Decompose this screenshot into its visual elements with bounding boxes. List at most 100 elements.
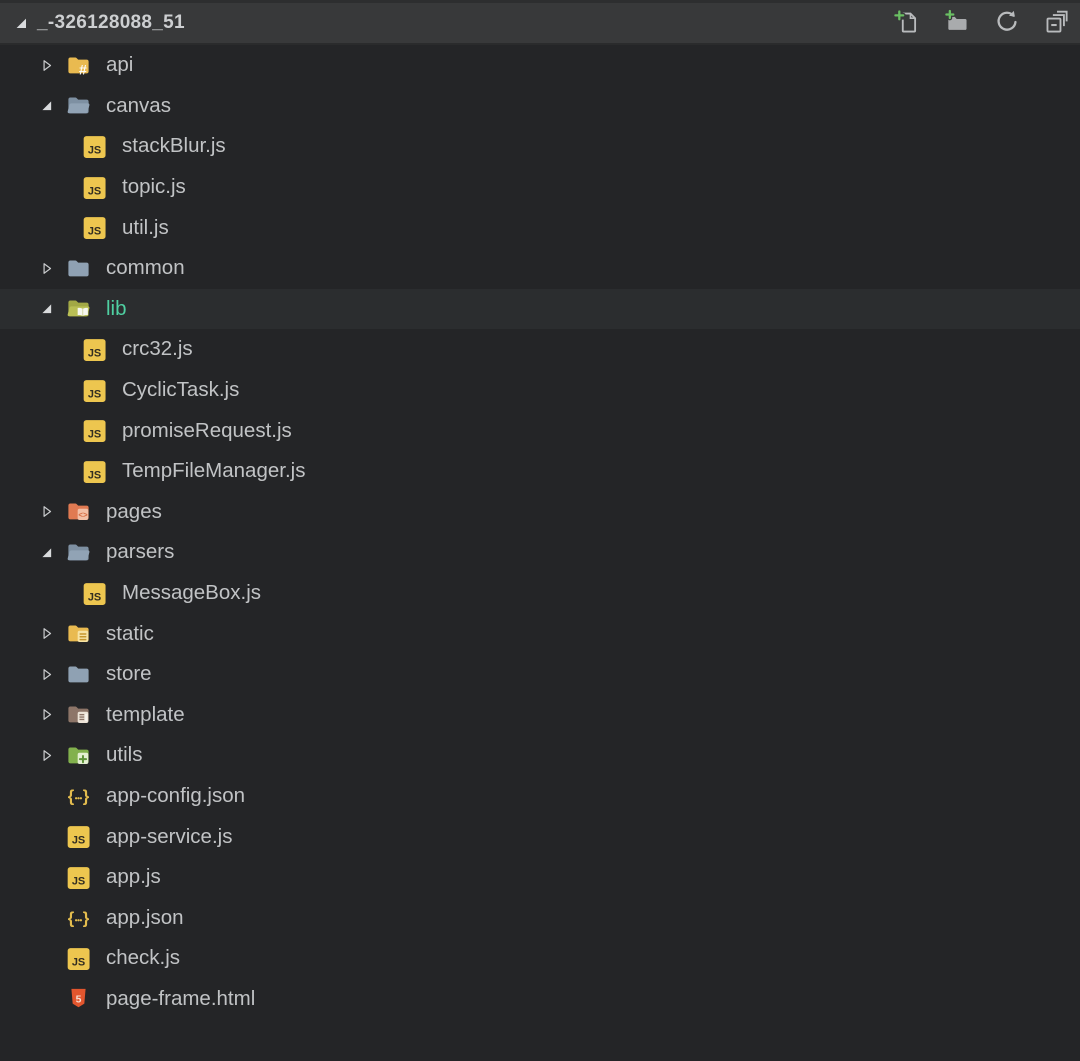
panel-header[interactable]: _-326128088_51 — [0, 0, 1080, 45]
twisty-spacer — [54, 179, 70, 195]
twisty-spacer — [38, 910, 54, 926]
expand-arrow-icon[interactable] — [38, 626, 54, 642]
tree-item-app-js[interactable]: JSapp.js — [0, 857, 1080, 898]
twisty-spacer — [38, 991, 54, 1007]
tree-item-label: utils — [106, 743, 142, 767]
pages-folder-icon: <> — [66, 499, 91, 524]
tree-item-label: util.js — [122, 216, 169, 240]
tree-item-cyclictask-js[interactable]: JS CyclicTask.js — [0, 370, 1080, 411]
panel-toolbar — [894, 10, 1070, 36]
tree-item-pages[interactable]: <> pages — [0, 492, 1080, 533]
folder-icon — [66, 662, 91, 687]
tree-item-messagebox-js[interactable]: JSMessageBox.js — [0, 573, 1080, 614]
expand-arrow-icon[interactable] — [38, 57, 54, 73]
tree-item-label: common — [106, 256, 185, 280]
svg-text:JS: JS — [88, 226, 101, 238]
js-file-icon: JS — [66, 946, 91, 971]
file-tree: #api canvas JS stackBlur.js JS topic.js JS util… — [0, 45, 1080, 1061]
svg-text:5: 5 — [76, 995, 82, 1006]
tree-item-label: stackBlur.js — [122, 134, 226, 158]
js-file-icon: JS — [82, 581, 107, 606]
tree-item-label: CyclicTask.js — [122, 378, 239, 402]
refresh-button[interactable] — [994, 10, 1020, 36]
tree-item-stackblur-js[interactable]: JS stackBlur.js — [0, 126, 1080, 167]
expand-arrow-icon[interactable] — [38, 666, 54, 682]
tree-item-app-json[interactable]: {}app.json — [0, 897, 1080, 938]
js-file-icon: JS — [82, 418, 107, 443]
file-explorer-panel: _-326128088_51 — [0, 0, 1080, 1061]
tree-item-promiserequest-js[interactable]: JS promiseRequest.js — [0, 410, 1080, 451]
twisty-spacer — [54, 382, 70, 398]
twisty-spacer — [54, 341, 70, 357]
tree-item-label: promiseRequest.js — [122, 419, 292, 443]
tree-item-label: page-frame.html — [106, 987, 255, 1011]
tree-item-common[interactable]: common — [0, 248, 1080, 289]
open-folder-icon — [66, 93, 91, 118]
tree-item-label: parsers — [106, 540, 174, 564]
js-file-icon: JS — [66, 865, 91, 890]
tree-item-label: api — [106, 53, 133, 77]
tree-item-tempfilemanager-js[interactable]: JSTempFileManager.js — [0, 451, 1080, 492]
svg-text:<>: <> — [78, 511, 88, 520]
tree-item-app-service-js[interactable]: JSapp-service.js — [0, 816, 1080, 857]
tree-item-label: topic.js — [122, 175, 186, 199]
folder-icon — [66, 256, 91, 281]
svg-text:JS: JS — [88, 429, 101, 441]
open-folder-icon — [66, 540, 91, 565]
svg-text:JS: JS — [72, 875, 85, 887]
svg-text:JS: JS — [88, 469, 101, 481]
tree-item-lib[interactable]: lib — [0, 289, 1080, 330]
add-file-icon — [894, 9, 920, 38]
js-file-icon: JS — [82, 378, 107, 403]
expand-arrow-icon[interactable] — [38, 504, 54, 520]
collapse-arrow-icon[interactable] — [38, 98, 54, 114]
add-folder-icon — [944, 9, 970, 38]
js-file-icon: JS — [82, 337, 107, 362]
add-folder-button[interactable] — [944, 10, 970, 36]
tree-item-parsers[interactable]: parsers — [0, 532, 1080, 573]
collapse-all-button[interactable] — [1044, 10, 1070, 36]
add-file-button[interactable] — [894, 10, 920, 36]
tree-item-static[interactable]: static — [0, 613, 1080, 654]
js-file-icon: JS — [66, 824, 91, 849]
js-file-icon: JS — [82, 175, 107, 200]
js-file-icon: JS — [82, 134, 107, 159]
twisty-spacer — [54, 138, 70, 154]
tree-item-label: app-config.json — [106, 784, 245, 808]
expand-arrow-icon[interactable] — [38, 747, 54, 763]
twisty-spacer — [54, 220, 70, 236]
svg-text:JS: JS — [72, 956, 85, 968]
tree-item-label: pages — [106, 500, 162, 524]
tree-item-template[interactable]: template — [0, 695, 1080, 736]
tree-item-label: template — [106, 703, 185, 727]
expand-arrow-icon[interactable] — [38, 707, 54, 723]
expand-arrow-icon[interactable] — [38, 260, 54, 276]
tree-item-page-frame-html[interactable]: 5 page-frame.html — [0, 979, 1080, 1020]
utils-folder-icon — [66, 743, 91, 768]
svg-text:JS: JS — [88, 348, 101, 360]
svg-text:JS: JS — [88, 185, 101, 197]
panel-collapse-arrow-icon[interactable] — [13, 15, 29, 31]
tree-item-app-config-json[interactable]: {}app-config.json — [0, 776, 1080, 817]
tree-item-label: crc32.js — [122, 337, 193, 361]
collapse-arrow-icon[interactable] — [38, 544, 54, 560]
tree-item-api[interactable]: #api — [0, 45, 1080, 86]
tree-item-check-js[interactable]: JScheck.js — [0, 938, 1080, 979]
svg-text:JS: JS — [88, 145, 101, 157]
svg-text:{: { — [68, 787, 75, 806]
tree-item-util-js[interactable]: JS util.js — [0, 207, 1080, 248]
twisty-spacer — [54, 463, 70, 479]
twisty-spacer — [38, 950, 54, 966]
tree-item-store[interactable]: store — [0, 654, 1080, 695]
tree-item-crc32-js[interactable]: JS crc32.js — [0, 329, 1080, 370]
tree-item-topic-js[interactable]: JS topic.js — [0, 167, 1080, 208]
tree-item-canvas[interactable]: canvas — [0, 86, 1080, 127]
tree-item-label: static — [106, 622, 154, 646]
tree-item-label: canvas — [106, 94, 171, 118]
collapse-arrow-icon[interactable] — [38, 301, 54, 317]
twisty-spacer — [38, 869, 54, 885]
twisty-spacer — [38, 829, 54, 845]
collapse-all-icon — [1044, 9, 1070, 38]
tree-item-utils[interactable]: utils — [0, 735, 1080, 776]
static-folder-icon — [66, 621, 91, 646]
